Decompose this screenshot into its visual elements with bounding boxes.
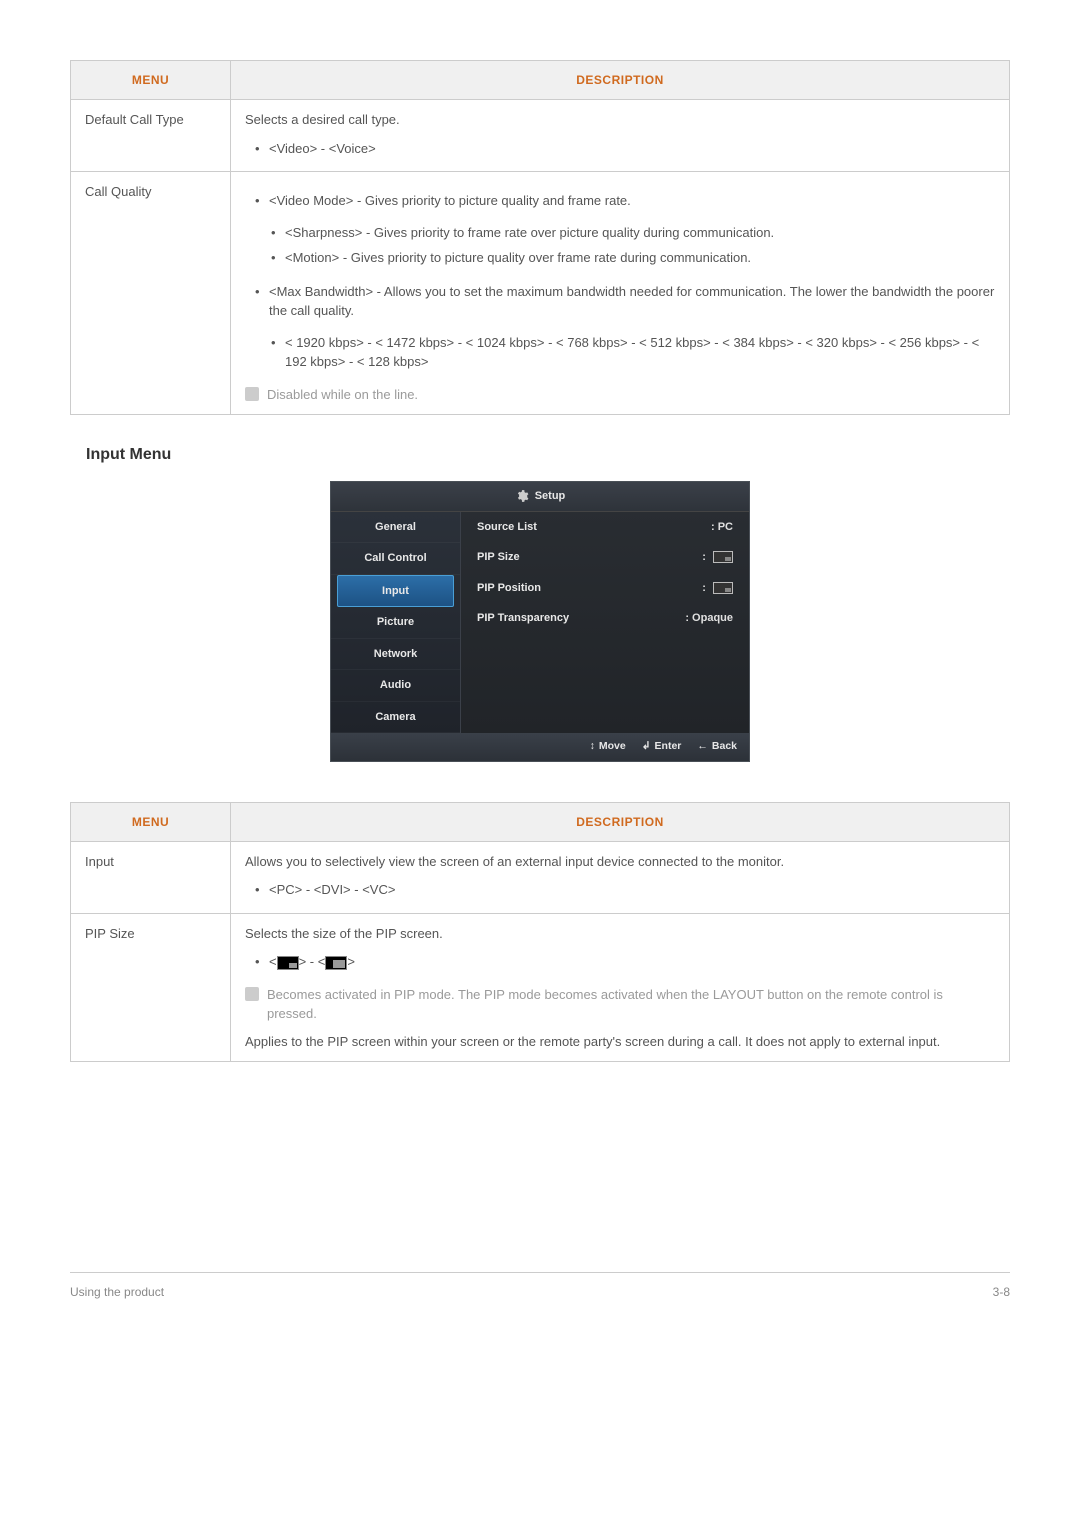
back-arrow-icon: ← xyxy=(697,739,708,755)
list-item: <Video> - <Voice> xyxy=(269,136,995,162)
osd-row[interactable]: PIP Transparency : Opaque xyxy=(473,603,737,634)
col-header-desc: DESCRIPTION xyxy=(231,61,1010,100)
osd-title: Setup xyxy=(331,482,749,512)
list-item: <Motion> - Gives priority to picture qua… xyxy=(285,245,995,271)
osd-side-item[interactable]: Camera xyxy=(331,702,460,734)
note-text: Becomes activated in PIP mode. The PIP m… xyxy=(267,985,995,1024)
pip-small-icon xyxy=(713,551,733,563)
row-intro: Selects a desired call type. xyxy=(245,112,400,127)
footer-left: Using the product xyxy=(70,1283,164,1301)
pip-size-small-icon xyxy=(277,956,299,970)
osd-title-text: Setup xyxy=(535,488,566,505)
osd-row[interactable]: PIP Position : xyxy=(473,573,737,604)
osd-side-item[interactable]: Network xyxy=(331,639,460,671)
row-menu-label: PIP Size xyxy=(71,913,231,1062)
osd-foot-move: ↕Move xyxy=(590,739,626,755)
row-desc: Selects the size of the PIP screen. <> -… xyxy=(231,913,1010,1062)
osd-row-label: Source List xyxy=(477,519,537,536)
col-header-menu: MENU xyxy=(71,61,231,100)
list-item: < 1920 kbps> - < 1472 kbps> - < 1024 kbp… xyxy=(285,330,995,375)
osd-row-label: PIP Size xyxy=(477,549,520,566)
osd-screenshot: Setup General Call Control Input Picture… xyxy=(70,481,1010,762)
osd-footer: ↕Move ↲Enter ←Back xyxy=(331,733,749,761)
osd-row[interactable]: Source List : PC xyxy=(473,512,737,543)
osd-panel: Setup General Call Control Input Picture… xyxy=(330,481,750,762)
note: Disabled while on the line. xyxy=(245,385,995,405)
osd-row-value: : xyxy=(702,549,733,566)
table-row: Default Call Type Selects a desired call… xyxy=(71,100,1010,172)
table-row: PIP Size Selects the size of the PIP scr… xyxy=(71,913,1010,1062)
osd-row-label: PIP Transparency xyxy=(477,610,569,627)
osd-row-value: : PC xyxy=(711,519,733,536)
pip-size-large-icon xyxy=(325,956,347,970)
osd-foot-back: ←Back xyxy=(697,739,737,755)
osd-side-item-active[interactable]: Input xyxy=(337,575,454,608)
row-desc: Allows you to selectively view the scree… xyxy=(231,841,1010,913)
osd-sidebar: General Call Control Input Picture Netwo… xyxy=(331,512,461,734)
row-extra-text: Applies to the PIP screen within your sc… xyxy=(245,1032,995,1052)
osd-foot-enter: ↲Enter xyxy=(642,739,682,755)
list-item: <Sharpness> - Gives priority to frame ra… xyxy=(285,220,995,246)
gear-icon xyxy=(515,489,529,503)
osd-side-item[interactable]: Audio xyxy=(331,670,460,702)
list-item: <PC> - <DVI> - <VC> xyxy=(269,877,995,903)
list-item: <Max Bandwidth> - Allows you to set the … xyxy=(269,279,995,324)
section-heading: Input Menu xyxy=(86,443,1010,467)
page-footer: Using the product 3-8 xyxy=(70,1272,1010,1301)
settings-table-1: MENU DESCRIPTION Default Call Type Selec… xyxy=(70,60,1010,415)
row-menu-label: Default Call Type xyxy=(71,100,231,172)
settings-table-2: MENU DESCRIPTION Input Allows you to sel… xyxy=(70,802,1010,1063)
note: Becomes activated in PIP mode. The PIP m… xyxy=(245,985,995,1024)
col-header-menu: MENU xyxy=(71,802,231,841)
note-icon xyxy=(245,987,259,1001)
osd-main: Source List : PC PIP Size : PIP Position… xyxy=(461,512,749,734)
osd-side-item[interactable]: Picture xyxy=(331,607,460,639)
row-intro: Allows you to selectively view the scree… xyxy=(245,854,784,869)
osd-row[interactable]: PIP Size : xyxy=(473,542,737,573)
pip-position-icon xyxy=(713,582,733,594)
enter-icon: ↲ xyxy=(642,739,651,755)
row-menu-label: Call Quality xyxy=(71,172,231,415)
note-text: Disabled while on the line. xyxy=(267,385,418,405)
table-row: Call Quality <Video Mode> - Gives priori… xyxy=(71,172,1010,415)
osd-row-value: : Opaque xyxy=(685,610,733,627)
updown-icon: ↕ xyxy=(590,739,595,755)
list-item: <Video Mode> - Gives priority to picture… xyxy=(269,188,995,214)
row-desc: <Video Mode> - Gives priority to picture… xyxy=(231,172,1010,415)
row-menu-label: Input xyxy=(71,841,231,913)
table-row: Input Allows you to selectively view the… xyxy=(71,841,1010,913)
osd-side-item[interactable]: General xyxy=(331,512,460,544)
row-intro: Selects the size of the PIP screen. xyxy=(245,926,443,941)
osd-row-value: : xyxy=(702,580,733,597)
osd-row-label: PIP Position xyxy=(477,580,541,597)
row-desc: Selects a desired call type. <Video> - <… xyxy=(231,100,1010,172)
list-item: <> - <> xyxy=(269,949,995,975)
osd-side-item[interactable]: Call Control xyxy=(331,543,460,575)
note-icon xyxy=(245,387,259,401)
footer-right: 3-8 xyxy=(993,1283,1010,1301)
col-header-desc: DESCRIPTION xyxy=(231,802,1010,841)
